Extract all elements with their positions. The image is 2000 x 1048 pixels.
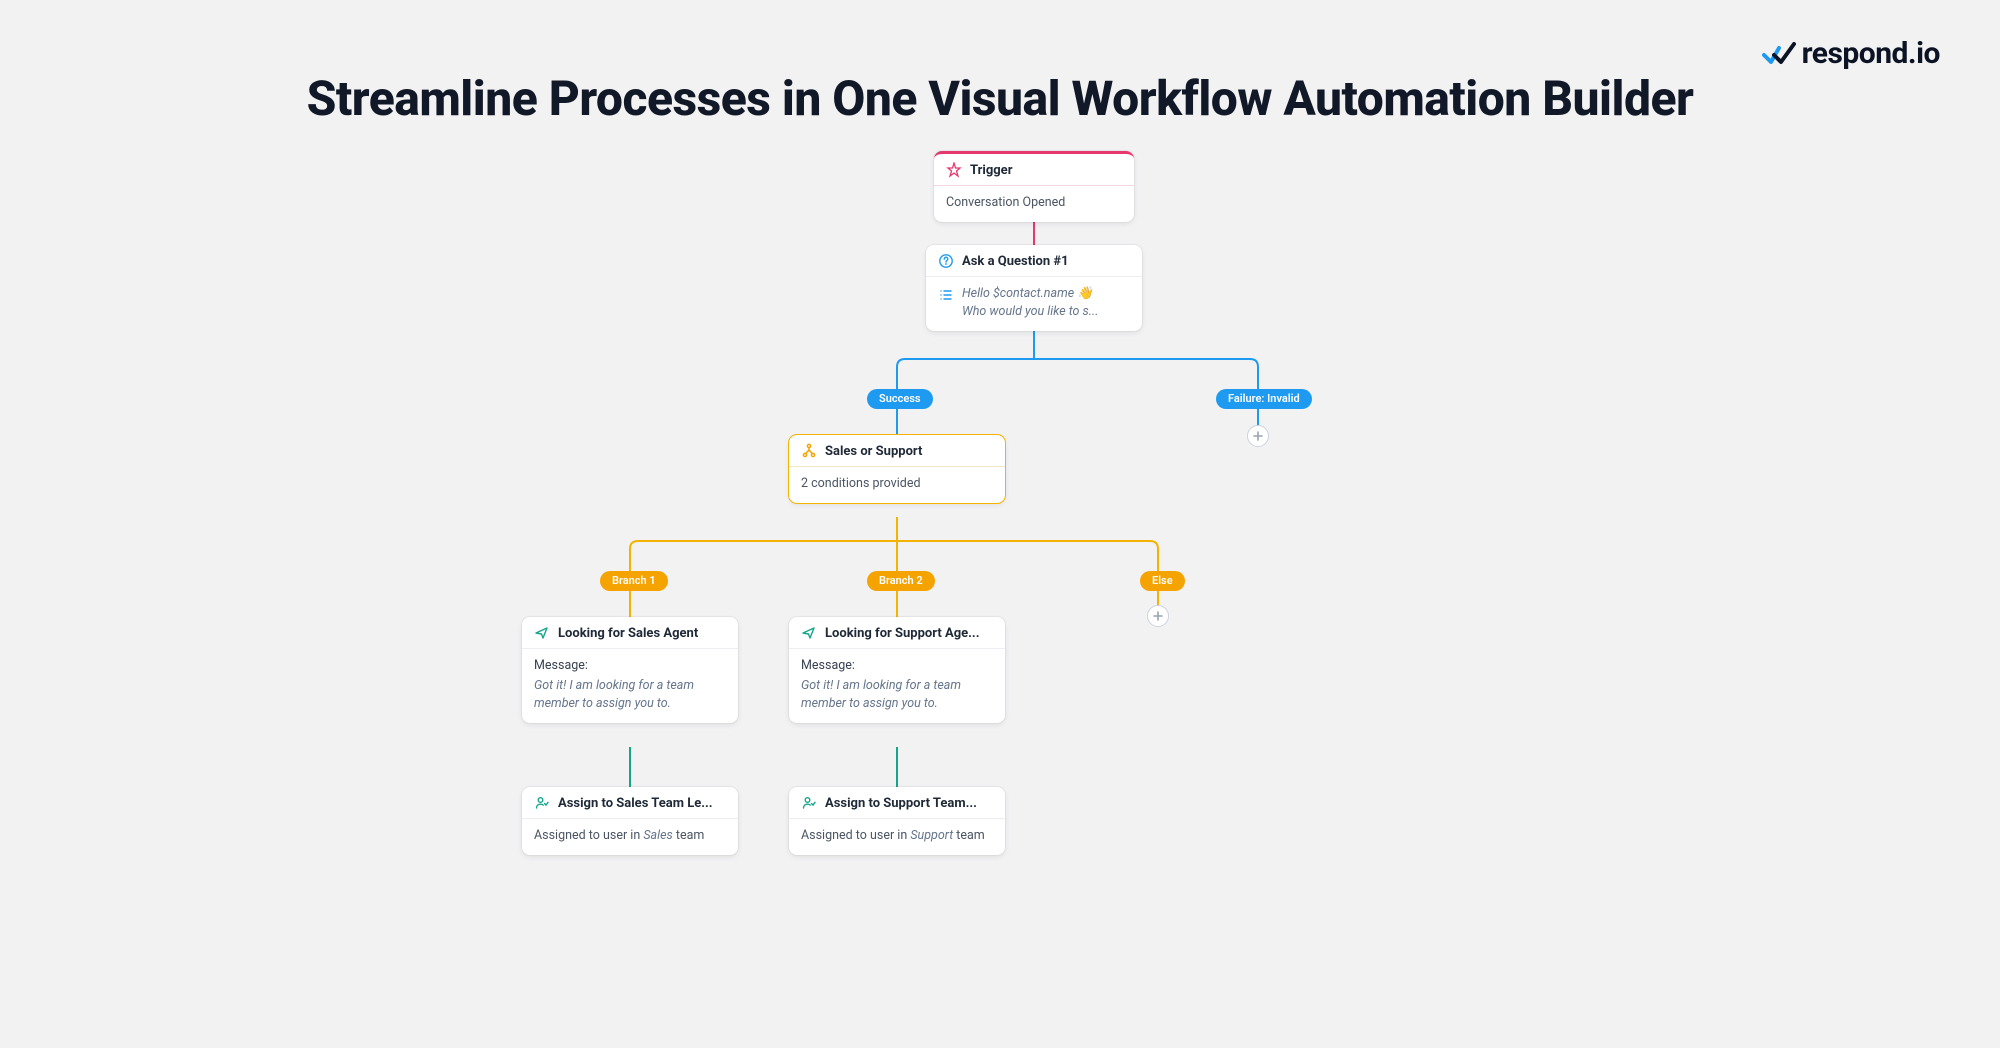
assign-pre: Assigned to user in [534,828,643,843]
page-title: Streamline Processes in One Visual Workf… [0,0,2000,127]
list-icon [938,287,954,303]
pill-branch1[interactable]: Branch 1 [600,571,668,591]
node-trigger[interactable]: Trigger Conversation Opened [934,151,1134,222]
add-step-button[interactable] [1247,425,1269,447]
ask-line1: Hello $contact.name 👋 [962,285,1130,303]
send-icon [801,625,817,641]
assign-team: Support [910,828,953,843]
logo-checkmarks-icon [1762,41,1796,67]
node-title: Looking for Sales Agent [558,626,698,641]
node-body: 2 conditions provided [789,467,1005,503]
add-step-button[interactable] [1147,605,1169,627]
node-body: Hello $contact.name 👋 Who would you like… [926,277,1142,331]
node-title: Sales or Support [825,444,922,459]
node-title: Ask a Question #1 [962,254,1069,269]
node-header: Assign to Sales Team Le... [522,787,738,819]
ask-line2: Who would you like to s... [962,303,1130,321]
message-label: Message: [534,657,726,675]
pill-success[interactable]: Success [867,389,933,409]
node-sales-looking[interactable]: Looking for Sales Agent Message: Got it!… [522,617,738,723]
node-header: Ask a Question #1 [926,245,1142,277]
assign-post: team [673,828,705,843]
pill-branch2[interactable]: Branch 2 [867,571,935,591]
assign-post: team [953,828,985,843]
node-branch[interactable]: Sales or Support 2 conditions provided [789,435,1005,503]
node-header: Trigger [934,154,1134,186]
node-body: Assigned to user in Sales team [522,819,738,855]
message-body: Got it! I am looking for a team member t… [534,677,726,713]
send-icon [534,625,550,641]
branch-icon [801,443,817,459]
node-body: Message: Got it! I am looking for a team… [522,649,738,723]
assign-user-icon [534,795,550,811]
node-support-assign[interactable]: Assign to Support Team... Assigned to us… [789,787,1005,855]
brand-name: respond.io [1802,36,1940,71]
node-body: Assigned to user in Support team [789,819,1005,855]
node-title: Assign to Sales Team Le... [558,796,713,811]
brand-logo: respond.io [1762,36,1940,71]
node-title: Assign to Support Team... [825,796,977,811]
assign-pre: Assigned to user in [801,828,910,843]
node-title: Looking for Support Age... [825,626,979,641]
node-body: Message: Got it! I am looking for a team… [789,649,1005,723]
message-label: Message: [801,657,993,675]
node-header: Looking for Sales Agent [522,617,738,649]
node-title: Trigger [970,163,1012,178]
node-header: Sales or Support [789,435,1005,467]
node-header: Assign to Support Team... [789,787,1005,819]
node-ask-question[interactable]: Ask a Question #1 Hello $contact.name 👋 … [926,245,1142,331]
message-body: Got it! I am looking for a team member t… [801,677,993,713]
assign-team: Sales [643,828,672,843]
trigger-icon [946,162,962,178]
node-header: Looking for Support Age... [789,617,1005,649]
question-icon [938,253,954,269]
pill-failure[interactable]: Failure: Invalid [1216,389,1312,409]
node-sales-assign[interactable]: Assign to Sales Team Le... Assigned to u… [522,787,738,855]
node-body: Conversation Opened [934,186,1134,222]
assign-user-icon [801,795,817,811]
node-support-looking[interactable]: Looking for Support Age... Message: Got … [789,617,1005,723]
pill-else[interactable]: Else [1140,571,1185,591]
workflow-canvas[interactable]: Trigger Conversation Opened Ask a Questi… [0,127,2000,1027]
